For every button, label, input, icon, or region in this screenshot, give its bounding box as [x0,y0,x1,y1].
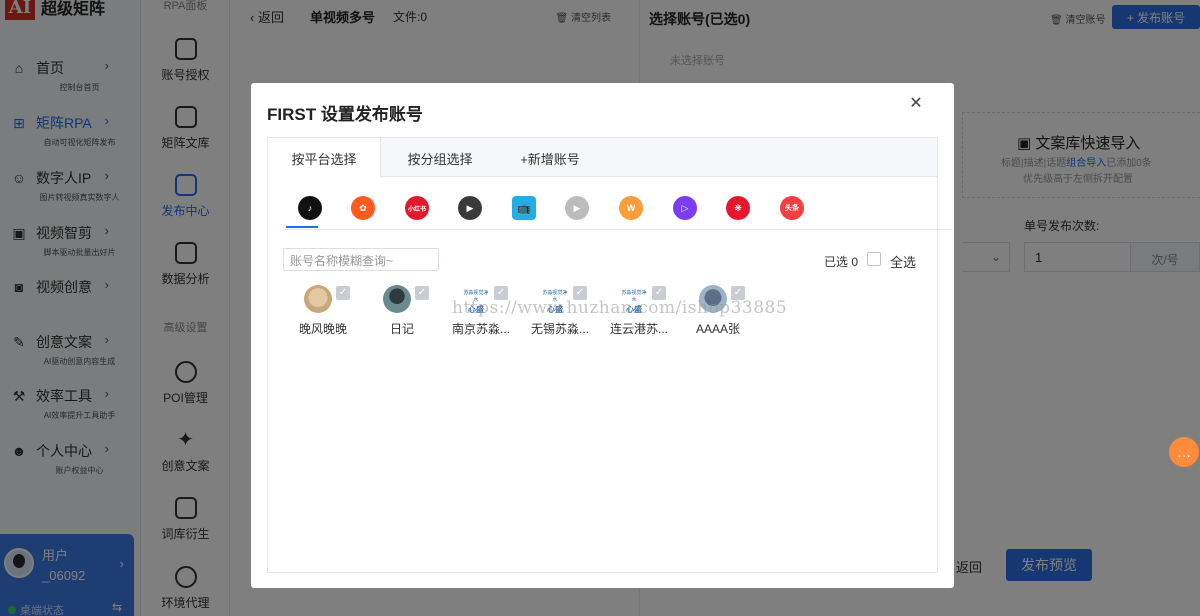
tab-by-platform[interactable]: 按平台选择 [268,138,381,178]
dialog-body: 按平台选择 按分组选择 +新增账号 ♪ ✿ 小红书 ▶ 📺 ▶ W ▷ ❋ 头条… [267,137,951,573]
bilibili-icon[interactable]: 📺 [512,196,536,220]
avatar [383,285,411,313]
divider [283,229,951,230]
tab-by-group[interactable]: 按分组选择 [381,138,499,178]
chat-icon[interactable]: … [1169,437,1199,467]
account-search-input[interactable]: 账号名称模糊查询~ [283,248,439,271]
close-icon[interactable]: ✕ [907,95,925,113]
selected-count: 已选 0 [824,255,859,269]
publish-account-dialog: FIRST 设置发布账号 ✕ 按平台选择 按分组选择 +新增账号 ♪ ✿ 小红书… [251,83,954,588]
kuaishou-icon[interactable]: ✿ [351,196,375,220]
select-all-label[interactable]: 全选 [890,252,916,271]
wechat-channels-icon[interactable]: W [619,196,643,220]
account-name: 晚风晚晚 [298,322,347,336]
account-name: 南京苏淼... [451,322,510,336]
avatar [304,285,332,313]
checkbox-icon[interactable]: ✓ [415,286,429,300]
account-item[interactable]: ✓ 晚风晚晚 [283,285,363,336]
account-name: 连云港苏... [609,322,668,336]
haokan-icon[interactable]: ▷ [673,196,697,220]
tab-bar: 按平台选择 按分组选择 +新增账号 [268,138,937,178]
account-name: 日记 [389,322,414,336]
checkbox-icon[interactable]: ✓ [336,286,350,300]
account-name: AAAA张 [695,322,741,336]
dialog-title: FIRST 设置发布账号 [267,105,423,124]
douyin-icon[interactable]: ♪ [298,196,322,220]
tab-add-account[interactable]: +新增账号 [499,138,601,178]
account-item[interactable]: ✓ 日记 [362,285,442,336]
platform-active-underline [286,226,318,228]
account-name: 无锡苏淼... [530,322,589,336]
xigua-icon[interactable]: ▶ [565,196,589,220]
select-all-checkbox[interactable] [867,252,881,266]
watermark: https://www.huzhan.com/ishop33885 [452,298,788,318]
toutiao-icon[interactable]: 头条 [780,196,804,220]
video-channel-icon[interactable]: ▶ [458,196,482,220]
xiaohongshu-icon[interactable]: 小红书 [405,196,429,220]
platform-row: ♪ ✿ 小红书 ▶ 📺 ▶ W ▷ ❋ 头条 [283,196,951,231]
weibo-icon[interactable]: ❋ [726,196,750,220]
